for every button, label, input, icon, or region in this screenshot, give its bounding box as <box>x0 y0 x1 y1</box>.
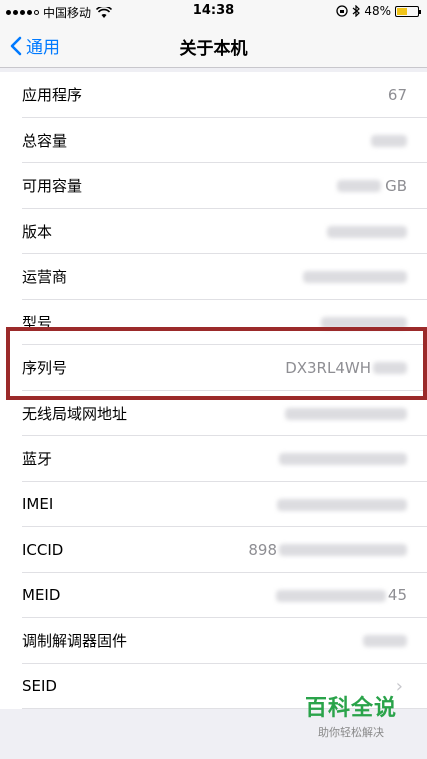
row-label: 型号 <box>22 313 53 332</box>
orientation-lock-icon <box>336 5 348 17</box>
row-value: 67 <box>387 85 407 104</box>
row-value-redacted <box>277 495 407 513</box>
row-wifi-address: 无线局域网地址 <box>0 391 427 437</box>
row-label: 调制解调器固件 <box>22 632 128 651</box>
row-apps: 应用程序 67 <box>0 72 427 118</box>
row-label: 序列号 <box>22 359 68 378</box>
battery-percent: 48% <box>364 4 391 18</box>
row-label: 总容量 <box>22 131 68 150</box>
row-value-redacted <box>303 268 407 286</box>
row-modem-firmware: 调制解调器固件 <box>0 618 427 664</box>
row-value-redacted <box>363 632 407 650</box>
row-value: 898 <box>248 541 407 559</box>
row-label: 无线局域网地址 <box>22 404 128 423</box>
row-value: DX3RL4WH <box>285 359 407 377</box>
row-model[interactable]: 型号 <box>0 300 427 346</box>
row-value-redacted <box>321 313 407 331</box>
row-capacity: 总容量 <box>0 118 427 164</box>
row-label: 蓝牙 <box>22 450 53 469</box>
row-value-redacted <box>285 404 407 422</box>
row-serial[interactable]: 序列号 DX3RL4WH <box>0 345 427 391</box>
status-bar: 中国移动 14:38 48% <box>0 0 427 24</box>
about-list: 应用程序 67 总容量 可用容量 GB 版本 运营商 型号 序列号 DX3RL4… <box>0 72 427 709</box>
bluetooth-icon <box>352 5 361 17</box>
row-label: IMEI <box>22 495 54 514</box>
row-value: GB <box>337 177 407 195</box>
row-label: ICCID <box>22 540 64 559</box>
row-version: 版本 <box>0 209 427 255</box>
row-value: 45 <box>275 586 407 604</box>
row-imei: IMEI <box>0 482 427 528</box>
page-title: 关于本机 <box>179 39 248 59</box>
row-label: 应用程序 <box>22 86 83 105</box>
row-available: 可用容量 GB <box>0 163 427 209</box>
navigation-bar: 通用 关于本机 <box>0 24 427 68</box>
row-value-redacted <box>327 222 407 240</box>
watermark-subtitle: 助你轻松解决 <box>317 726 384 739</box>
row-iccid: ICCID 898 <box>0 527 427 573</box>
row-meid: MEID 45 <box>0 573 427 619</box>
row-bluetooth: 蓝牙 <box>0 436 427 482</box>
row-value-redacted <box>371 131 407 149</box>
watermark-title: 百科全说 <box>304 696 397 721</box>
row-value-redacted <box>279 450 407 468</box>
row-label: 可用容量 <box>22 177 83 196</box>
battery-icon <box>395 5 421 17</box>
watermark: 百科全说 助你轻松解决 <box>305 690 397 740</box>
row-label: 运营商 <box>22 268 68 287</box>
row-label: SEID <box>22 677 57 696</box>
row-label: MEID <box>22 586 61 605</box>
row-label: 版本 <box>22 222 53 241</box>
row-carrier[interactable]: 运营商 <box>0 254 427 300</box>
